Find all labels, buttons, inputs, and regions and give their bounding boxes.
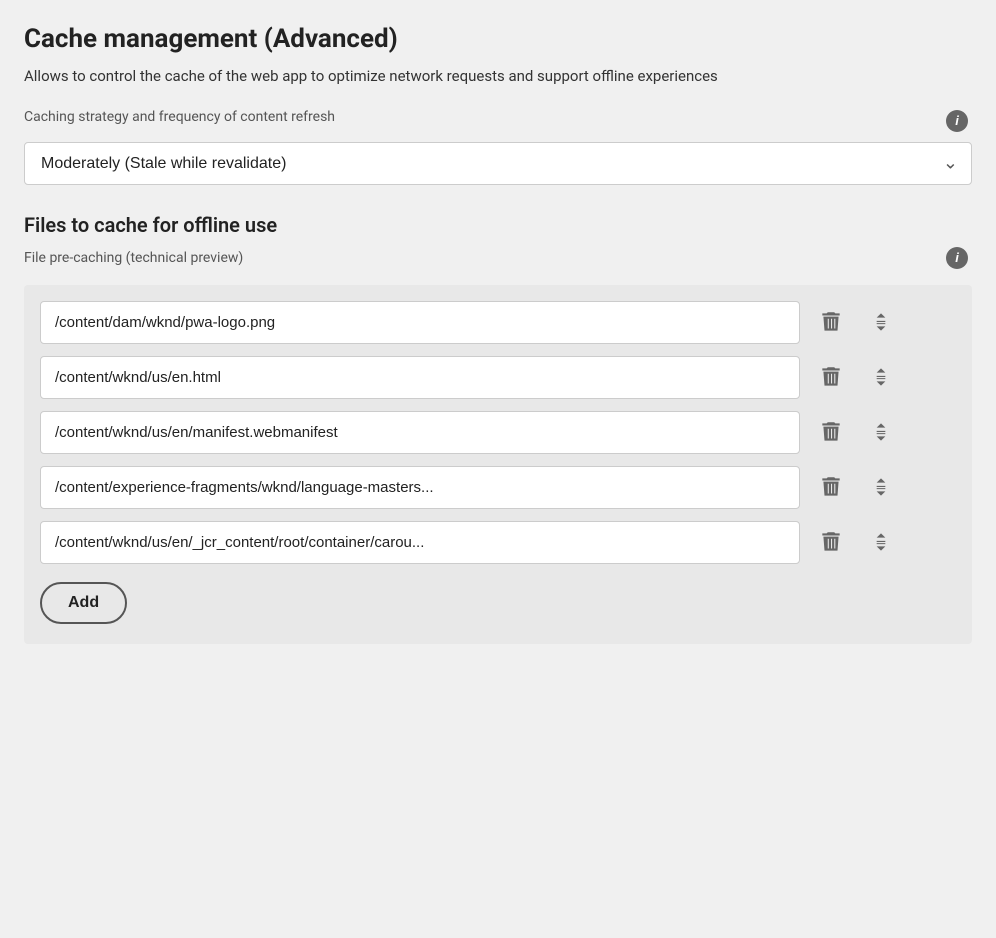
precache-info-button[interactable]: i [942,243,972,273]
page-title: Cache management (Advanced) [24,24,972,55]
file-row [40,466,956,509]
file-input-0[interactable] [40,301,800,344]
reorder-file-button-3[interactable] [862,468,900,506]
reorder-file-button-2[interactable] [862,413,900,451]
file-input-4[interactable] [40,521,800,564]
file-row [40,521,956,564]
delete-file-button-3[interactable] [812,468,850,506]
file-row [40,301,956,344]
file-input-2[interactable] [40,411,800,454]
caching-info-button[interactable]: i [942,106,972,136]
caching-info-icon: i [946,110,968,132]
precache-info-icon: i [946,247,968,269]
reorder-file-button-1[interactable] [862,358,900,396]
strategy-select[interactable]: Network firstCache firstModerately (Stal… [24,142,972,185]
file-row [40,356,956,399]
file-row [40,411,956,454]
page-description: Allows to control the cache of the web a… [24,65,972,88]
precache-label: File pre-caching (technical preview) [24,250,932,266]
strategy-select-wrapper: Network firstCache firstModerately (Stal… [24,142,972,185]
reorder-file-button-4[interactable] [862,523,900,561]
file-input-1[interactable] [40,356,800,399]
delete-file-button-1[interactable] [812,358,850,396]
reorder-file-button-0[interactable] [862,303,900,341]
delete-file-button-4[interactable] [812,523,850,561]
add-button[interactable]: Add [40,582,127,624]
files-section-title: Files to cache for offline use [24,213,972,237]
delete-file-button-0[interactable] [812,303,850,341]
files-container: Add [24,285,972,644]
delete-file-button-2[interactable] [812,413,850,451]
file-rows-list [40,301,956,564]
caching-strategy-label: Caching strategy and frequency of conten… [24,109,335,125]
file-input-3[interactable] [40,466,800,509]
